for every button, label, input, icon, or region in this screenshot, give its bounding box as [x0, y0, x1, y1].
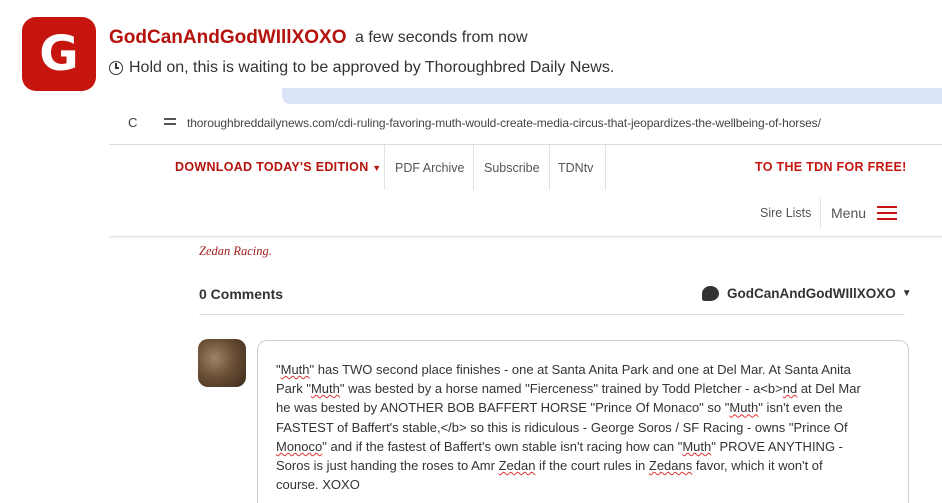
comment-draft-text: "Muth" has TWO second place finishes - o…: [276, 362, 861, 493]
nav-divider: [384, 145, 385, 191]
comment-username: GodCanAndGodWIllXOXO: [727, 286, 896, 301]
post-time: a few seconds from now: [355, 29, 528, 46]
article-credit: Zedan Racing.: [199, 244, 272, 258]
pdf-archive-link[interactable]: PDF Archive: [395, 161, 464, 175]
hamburger-icon[interactable]: [877, 206, 897, 220]
nav-divider: [820, 198, 821, 228]
comment-user-menu[interactable]: GodCanAndGodWIllXOXO ▼: [702, 286, 912, 301]
site-sub-nav: Sire Lists Menu: [109, 190, 942, 237]
pending-text: Hold on, this is waiting to be approved …: [129, 59, 615, 76]
download-edition-link[interactable]: DOWNLOAD TODAY'S EDITION ▼: [175, 160, 382, 174]
comment-count: 0 Comments: [199, 286, 284, 302]
caret-down-icon: ▼: [901, 288, 912, 299]
comments-divider: [199, 314, 905, 315]
reload-icon[interactable]: C: [128, 115, 137, 130]
clock-icon: [109, 61, 123, 75]
tdntv-link[interactable]: TDNtv: [558, 161, 593, 175]
address-bar: C thoroughbreddailynews.com/cdi-ruling-f…: [109, 104, 942, 140]
menu-button[interactable]: Menu: [831, 205, 866, 221]
chat-bubble-icon: [702, 286, 719, 301]
browser-tab[interactable]: [282, 88, 942, 104]
site-settings-icon[interactable]: [164, 117, 176, 126]
subscribe-link[interactable]: Subscribe: [484, 161, 540, 175]
site-top-nav: DOWNLOAD TODAY'S EDITION ▼ PDF Archive S…: [109, 144, 942, 191]
free-tdn-link[interactable]: TO THE TDN FOR FREE!: [755, 160, 907, 174]
sire-lists-link[interactable]: Sire Lists: [760, 206, 811, 220]
caret-down-icon: ▼: [372, 163, 382, 173]
nav-divider: [473, 145, 474, 191]
browser-tab-strip: [109, 88, 942, 104]
nav-divider: [549, 145, 550, 191]
nav-divider: [605, 145, 606, 191]
pending-status: Hold on, this is waiting to be approved …: [109, 59, 614, 77]
commenter-avatar: [198, 339, 246, 387]
user-avatar: G: [22, 17, 96, 91]
embedded-screenshot: C thoroughbreddailynews.com/cdi-ruling-f…: [109, 88, 942, 503]
url-text[interactable]: thoroughbreddailynews.com/cdi-ruling-fav…: [187, 116, 821, 130]
poster-username[interactable]: GodCanAndGodWIllXOXO: [109, 27, 346, 49]
comment-textarea[interactable]: "Muth" has TWO second place finishes - o…: [257, 340, 909, 503]
